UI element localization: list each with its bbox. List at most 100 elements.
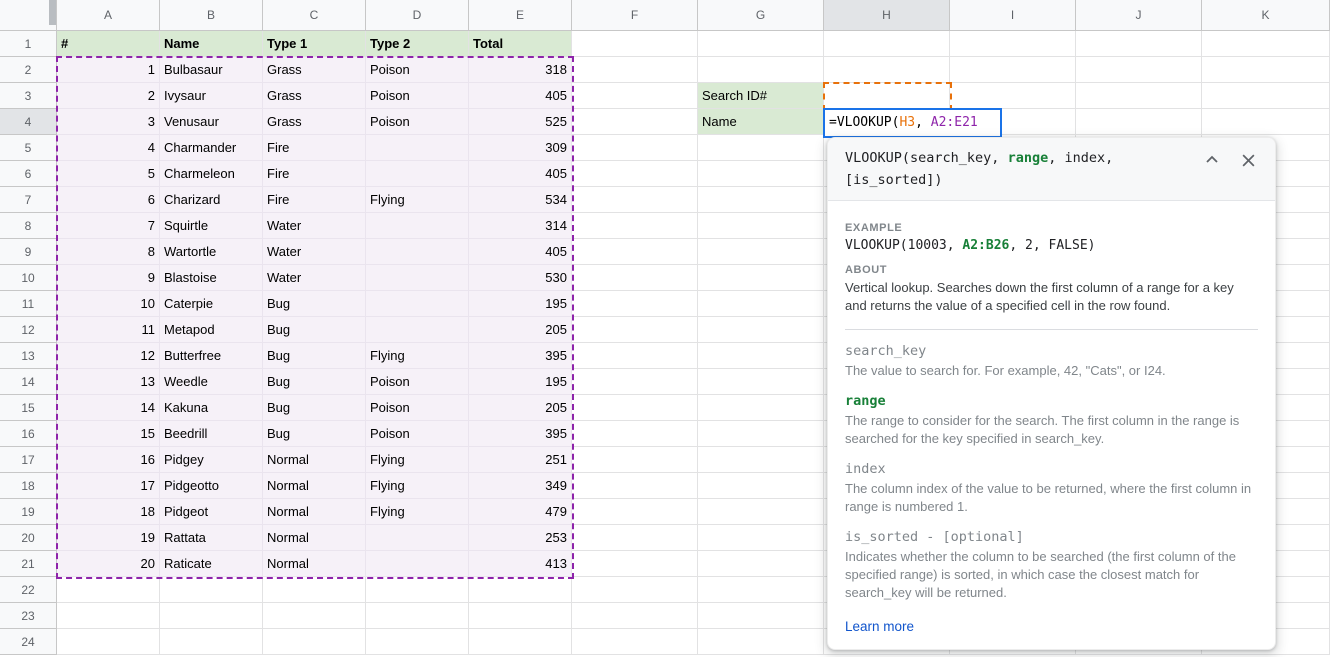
cell-H1[interactable] bbox=[824, 31, 950, 57]
cell-F9[interactable] bbox=[572, 239, 698, 265]
cell-F7[interactable] bbox=[572, 187, 698, 213]
cell-E23[interactable] bbox=[469, 603, 572, 629]
cell-C13[interactable]: Bug bbox=[263, 343, 366, 369]
cell-D13[interactable]: Flying bbox=[366, 343, 469, 369]
cell-G6[interactable] bbox=[698, 161, 824, 187]
cell-H3[interactable] bbox=[824, 83, 950, 109]
cell-B10[interactable]: Blastoise bbox=[160, 265, 263, 291]
cell-J2[interactable] bbox=[1076, 57, 1202, 83]
cell-G18[interactable] bbox=[698, 473, 824, 499]
row-header-20[interactable]: 20 bbox=[0, 525, 57, 551]
cell-D21[interactable] bbox=[366, 551, 469, 577]
cell-E5[interactable]: 309 bbox=[469, 135, 572, 161]
cell-B19[interactable]: Pidgeot bbox=[160, 499, 263, 525]
cell-D1[interactable]: Type 2 bbox=[366, 31, 469, 57]
select-all-corner[interactable] bbox=[0, 0, 57, 31]
cell-G5[interactable] bbox=[698, 135, 824, 161]
cell-C12[interactable]: Bug bbox=[263, 317, 366, 343]
cell-D19[interactable]: Flying bbox=[366, 499, 469, 525]
cell-G16[interactable] bbox=[698, 421, 824, 447]
cell-B16[interactable]: Beedrill bbox=[160, 421, 263, 447]
row-header-9[interactable]: 9 bbox=[0, 239, 57, 265]
column-header-I[interactable]: I bbox=[950, 0, 1076, 31]
row-header-24[interactable]: 24 bbox=[0, 629, 57, 655]
column-header-G[interactable]: G bbox=[698, 0, 824, 31]
cell-A22[interactable] bbox=[57, 577, 160, 603]
column-header-H[interactable]: H bbox=[824, 0, 950, 31]
cell-D16[interactable]: Poison bbox=[366, 421, 469, 447]
cell-A9[interactable]: 8 bbox=[57, 239, 160, 265]
cell-C3[interactable]: Grass bbox=[263, 83, 366, 109]
cell-A24[interactable] bbox=[57, 629, 160, 655]
row-header-11[interactable]: 11 bbox=[0, 291, 57, 317]
cell-G24[interactable] bbox=[698, 629, 824, 655]
cell-K3[interactable] bbox=[1202, 83, 1330, 109]
cell-D11[interactable] bbox=[366, 291, 469, 317]
cell-C6[interactable]: Fire bbox=[263, 161, 366, 187]
cell-F4[interactable] bbox=[572, 109, 698, 135]
cell-B18[interactable]: Pidgeotto bbox=[160, 473, 263, 499]
cell-D22[interactable] bbox=[366, 577, 469, 603]
cell-E1[interactable]: Total bbox=[469, 31, 572, 57]
cell-G1[interactable] bbox=[698, 31, 824, 57]
cell-E15[interactable]: 205 bbox=[469, 395, 572, 421]
cell-F18[interactable] bbox=[572, 473, 698, 499]
cell-E24[interactable] bbox=[469, 629, 572, 655]
cell-A3[interactable]: 2 bbox=[57, 83, 160, 109]
cell-F14[interactable] bbox=[572, 369, 698, 395]
cell-G15[interactable] bbox=[698, 395, 824, 421]
cell-editor[interactable]: =VLOOKUP(H3, A2:E21 bbox=[823, 108, 1002, 138]
cell-F15[interactable] bbox=[572, 395, 698, 421]
cell-B14[interactable]: Weedle bbox=[160, 369, 263, 395]
cell-F11[interactable] bbox=[572, 291, 698, 317]
cell-C16[interactable]: Bug bbox=[263, 421, 366, 447]
cell-E16[interactable]: 395 bbox=[469, 421, 572, 447]
cell-G21[interactable] bbox=[698, 551, 824, 577]
cell-F2[interactable] bbox=[572, 57, 698, 83]
row-header-5[interactable]: 5 bbox=[0, 135, 57, 161]
cell-C21[interactable]: Normal bbox=[263, 551, 366, 577]
cell-A10[interactable]: 9 bbox=[57, 265, 160, 291]
cell-A21[interactable]: 20 bbox=[57, 551, 160, 577]
cell-J3[interactable] bbox=[1076, 83, 1202, 109]
cell-D17[interactable]: Flying bbox=[366, 447, 469, 473]
cell-C14[interactable]: Bug bbox=[263, 369, 366, 395]
learn-more-link[interactable]: Learn more bbox=[845, 619, 914, 634]
cell-G9[interactable] bbox=[698, 239, 824, 265]
cell-E18[interactable]: 349 bbox=[469, 473, 572, 499]
cell-E2[interactable]: 318 bbox=[469, 57, 572, 83]
cell-A11[interactable]: 10 bbox=[57, 291, 160, 317]
cell-F16[interactable] bbox=[572, 421, 698, 447]
cell-I3[interactable] bbox=[950, 83, 1076, 109]
cell-G7[interactable] bbox=[698, 187, 824, 213]
cell-J4[interactable] bbox=[1076, 109, 1202, 135]
cell-D20[interactable] bbox=[366, 525, 469, 551]
column-header-J[interactable]: J bbox=[1076, 0, 1202, 31]
cell-B8[interactable]: Squirtle bbox=[160, 213, 263, 239]
cell-C11[interactable]: Bug bbox=[263, 291, 366, 317]
cell-K2[interactable] bbox=[1202, 57, 1330, 83]
cell-I2[interactable] bbox=[950, 57, 1076, 83]
row-header-21[interactable]: 21 bbox=[0, 551, 57, 577]
cell-I1[interactable] bbox=[950, 31, 1076, 57]
row-header-16[interactable]: 16 bbox=[0, 421, 57, 447]
column-header-C[interactable]: C bbox=[263, 0, 366, 31]
cell-D18[interactable]: Flying bbox=[366, 473, 469, 499]
cell-G10[interactable] bbox=[698, 265, 824, 291]
cell-A19[interactable]: 18 bbox=[57, 499, 160, 525]
cell-F1[interactable] bbox=[572, 31, 698, 57]
cell-D15[interactable]: Poison bbox=[366, 395, 469, 421]
row-header-6[interactable]: 6 bbox=[0, 161, 57, 187]
cell-F21[interactable] bbox=[572, 551, 698, 577]
cell-J1[interactable] bbox=[1076, 31, 1202, 57]
cell-K1[interactable] bbox=[1202, 31, 1330, 57]
cell-C8[interactable]: Water bbox=[263, 213, 366, 239]
cell-B21[interactable]: Raticate bbox=[160, 551, 263, 577]
cell-G17[interactable] bbox=[698, 447, 824, 473]
close-button[interactable] bbox=[1239, 151, 1257, 169]
row-header-13[interactable]: 13 bbox=[0, 343, 57, 369]
cell-E6[interactable]: 405 bbox=[469, 161, 572, 187]
row-header-14[interactable]: 14 bbox=[0, 369, 57, 395]
cell-B23[interactable] bbox=[160, 603, 263, 629]
cell-B1[interactable]: Name bbox=[160, 31, 263, 57]
